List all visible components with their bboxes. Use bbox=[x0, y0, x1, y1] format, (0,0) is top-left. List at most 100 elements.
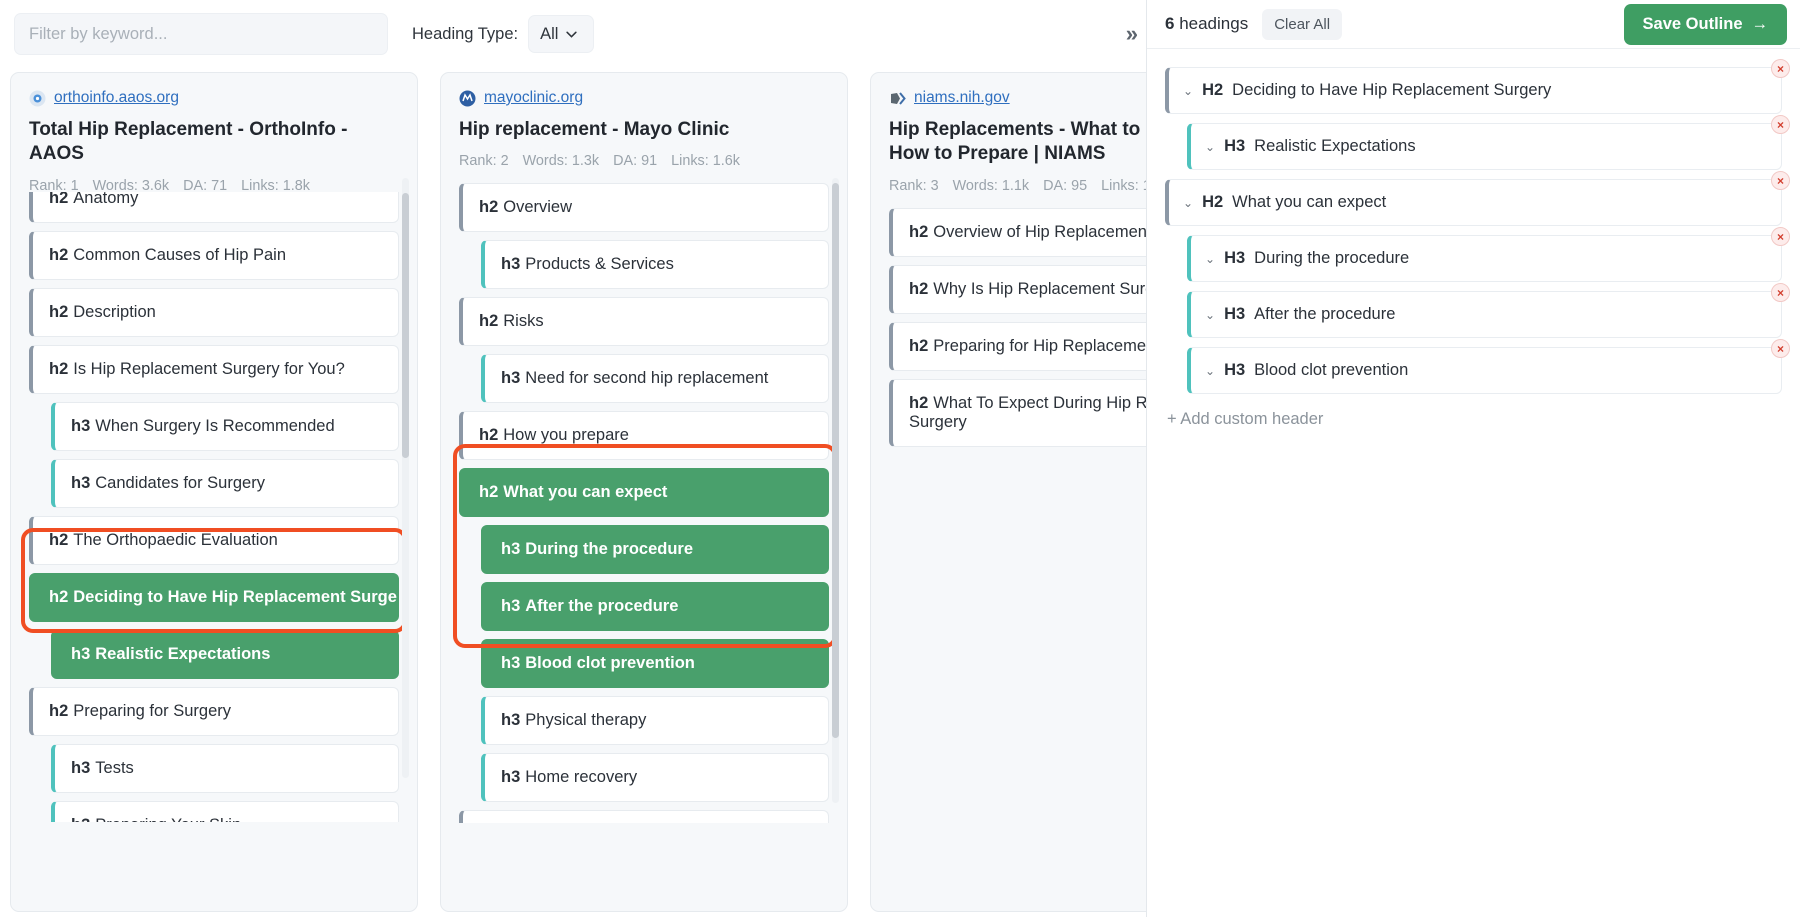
metric-da: DA: 91 bbox=[613, 153, 657, 169]
heading-row[interactable]: h3Preparing Your Skin bbox=[51, 801, 399, 822]
remove-item-button[interactable]: × bbox=[1771, 115, 1790, 134]
heading-text: Overview of Hip Replacement Surgery bbox=[933, 223, 1146, 241]
heading-text: Common Causes of Hip Pain bbox=[73, 246, 286, 264]
heading-row-selected[interactable]: h3 After the procedure bbox=[481, 582, 829, 631]
heading-text: Need for second hip replacement bbox=[525, 369, 768, 387]
heading-row[interactable]: h2The Orthopaedic Evaluation bbox=[29, 516, 399, 565]
heading-tag: h3 bbox=[501, 768, 520, 786]
heading-row[interactable]: h3Tests bbox=[51, 744, 399, 793]
heading-tag: h3 bbox=[71, 645, 90, 663]
heading-row[interactable]: h2Why Is Hip Replacement Surgery bbox=[889, 265, 1146, 314]
outline-item[interactable]: ⌄ H3 During the procedure × bbox=[1187, 235, 1782, 282]
chevron-down-icon[interactable]: ⌄ bbox=[1183, 85, 1193, 97]
remove-item-button[interactable]: × bbox=[1771, 283, 1790, 302]
chevron-down-icon[interactable]: ⌄ bbox=[1205, 253, 1215, 265]
domain-link[interactable]: orthoinfo.aaos.org bbox=[54, 89, 179, 107]
outline-item[interactable]: ⌄ H3 Realistic Expectations × bbox=[1187, 123, 1782, 170]
heading-row-selected[interactable]: h2Deciding to Have Hip Replacement Surge… bbox=[29, 573, 399, 622]
remove-item-button[interactable]: × bbox=[1771, 227, 1790, 246]
heading-row[interactable]: h2 Common Causes of Hip Pain bbox=[29, 231, 399, 280]
heading-row[interactable]: h2Risks bbox=[459, 297, 829, 346]
heading-tag: h2 bbox=[479, 198, 498, 216]
heading-tag: h3 bbox=[501, 540, 520, 558]
favicon-icon bbox=[459, 90, 476, 107]
serp-card: mayoclinic.org Hip replacement - Mayo Cl… bbox=[440, 72, 848, 912]
outline-item-tag: H3 bbox=[1224, 305, 1245, 324]
heading-row[interactable]: h3Home recovery bbox=[481, 753, 829, 802]
heading-row[interactable]: h2How you prepare bbox=[459, 411, 829, 460]
heading-row[interactable]: h2Results bbox=[459, 810, 829, 823]
heading-tag: h3 bbox=[501, 711, 520, 729]
heading-row[interactable]: h2Is Hip Replacement Surgery for You? bbox=[29, 345, 399, 394]
heading-text: What To Expect During Hip Replacement Su… bbox=[909, 394, 1146, 431]
heading-row[interactable]: h2 Description bbox=[29, 288, 399, 337]
clear-all-button[interactable]: Clear All bbox=[1262, 9, 1342, 40]
remove-item-button[interactable]: × bbox=[1771, 59, 1790, 78]
outline-item[interactable]: ⌄ H3 Blood clot prevention × bbox=[1187, 347, 1782, 394]
expand-panel-button[interactable]: » bbox=[1126, 23, 1136, 45]
heading-row[interactable]: h2Overview of Hip Replacement Surgery bbox=[889, 208, 1146, 257]
heading-row-selected[interactable]: h3During the procedure bbox=[481, 525, 829, 574]
heading-row[interactable]: h2Preparing for Surgery bbox=[29, 687, 399, 736]
scrollbar-thumb[interactable] bbox=[402, 193, 409, 458]
heading-text: After the procedure bbox=[525, 597, 678, 615]
serp-card: orthoinfo.aaos.org Total Hip Replacement… bbox=[10, 72, 418, 912]
domain-link[interactable]: mayoclinic.org bbox=[484, 89, 583, 107]
heading-row[interactable]: h2Anatomy bbox=[29, 192, 399, 223]
metric-rank: Rank: 3 bbox=[889, 178, 939, 194]
outline-item[interactable]: ⌄ H2 Deciding to Have Hip Replacement Su… bbox=[1165, 67, 1782, 114]
heading-row[interactable]: h2 Overview bbox=[459, 183, 829, 232]
heading-tag: h3 bbox=[71, 417, 90, 435]
heading-text: Overview bbox=[503, 198, 572, 216]
heading-row[interactable]: h3Candidates for Surgery bbox=[51, 459, 399, 508]
remove-item-button[interactable]: × bbox=[1771, 171, 1790, 190]
outline-item-tag: H3 bbox=[1224, 249, 1245, 268]
heading-row[interactable]: h2What To Expect During Hip Replacement … bbox=[889, 379, 1146, 447]
heading-tag: h3 bbox=[501, 255, 520, 273]
top-toolbar: Heading Type: All » bbox=[0, 0, 1146, 68]
heading-row[interactable]: h2Preparing for Hip Replacement Su bbox=[889, 322, 1146, 371]
serp-card: niams.nih.gov Hip Replacements - What to… bbox=[870, 72, 1146, 912]
domain-link[interactable]: niams.nih.gov bbox=[914, 89, 1010, 107]
serp-card-header: niams.nih.gov Hip Replacements - What to… bbox=[871, 73, 1146, 202]
heading-tag: h2 bbox=[49, 702, 68, 720]
remove-item-button[interactable]: × bbox=[1771, 339, 1790, 358]
heading-tag: h2 bbox=[49, 303, 68, 321]
save-outline-button[interactable]: Save Outline → bbox=[1624, 4, 1787, 45]
scrollbar-thumb[interactable] bbox=[832, 183, 839, 738]
heading-list: h2Overview of Hip Replacement Surgery h2… bbox=[871, 208, 1146, 808]
heading-row[interactable]: h3When Surgery Is Recommended bbox=[51, 402, 399, 451]
heading-count-label: headings bbox=[1174, 14, 1248, 33]
heading-row[interactable]: h3Physical therapy bbox=[481, 696, 829, 745]
heading-tag: h3 bbox=[501, 597, 520, 615]
heading-type-select[interactable]: All bbox=[528, 15, 594, 53]
heading-row-selected[interactable]: h2What you can expect bbox=[459, 468, 829, 517]
outline-item-text: Blood clot prevention bbox=[1254, 361, 1408, 380]
serp-card-title: Total Hip Replacement - OrthoInfo - AAOS bbox=[29, 118, 399, 167]
chevron-down-icon[interactable]: ⌄ bbox=[1205, 309, 1215, 321]
add-custom-header-button[interactable]: + Add custom header bbox=[1167, 410, 1782, 429]
chevron-down-icon[interactable]: ⌄ bbox=[1183, 197, 1193, 209]
heading-tag: h2 bbox=[49, 531, 68, 549]
outline-item[interactable]: ⌄ H2 What you can expect × bbox=[1165, 179, 1782, 226]
heading-row[interactable]: h3Products & Services bbox=[481, 240, 829, 289]
filter-keyword-input[interactable] bbox=[14, 13, 388, 55]
heading-tag: h2 bbox=[909, 337, 928, 355]
heading-row-selected[interactable]: h3Realistic Expectations bbox=[51, 630, 399, 679]
heading-text: Description bbox=[73, 303, 156, 321]
outline-item-tag: H2 bbox=[1202, 193, 1223, 212]
heading-tag: h2 bbox=[49, 246, 68, 264]
chevron-down-icon[interactable]: ⌄ bbox=[1205, 141, 1215, 153]
heading-text: Anatomy bbox=[73, 192, 138, 207]
outline-item-tag: H3 bbox=[1224, 137, 1245, 156]
heading-row[interactable]: h3Need for second hip replacement bbox=[481, 354, 829, 403]
heading-row-selected[interactable]: h3Blood clot prevention bbox=[481, 639, 829, 688]
outline-item[interactable]: ⌄ H3 After the procedure × bbox=[1187, 291, 1782, 338]
heading-tag: h2 bbox=[479, 426, 498, 444]
outline-panel-header: 6 headings Clear All Save Outline → bbox=[1147, 0, 1800, 49]
domain-row: niams.nih.gov bbox=[889, 89, 1146, 107]
heading-count: 6 headings bbox=[1165, 14, 1248, 34]
arrow-right-icon: → bbox=[1752, 15, 1769, 34]
heading-tag: h2 bbox=[479, 483, 498, 501]
chevron-down-icon[interactable]: ⌄ bbox=[1205, 365, 1215, 377]
